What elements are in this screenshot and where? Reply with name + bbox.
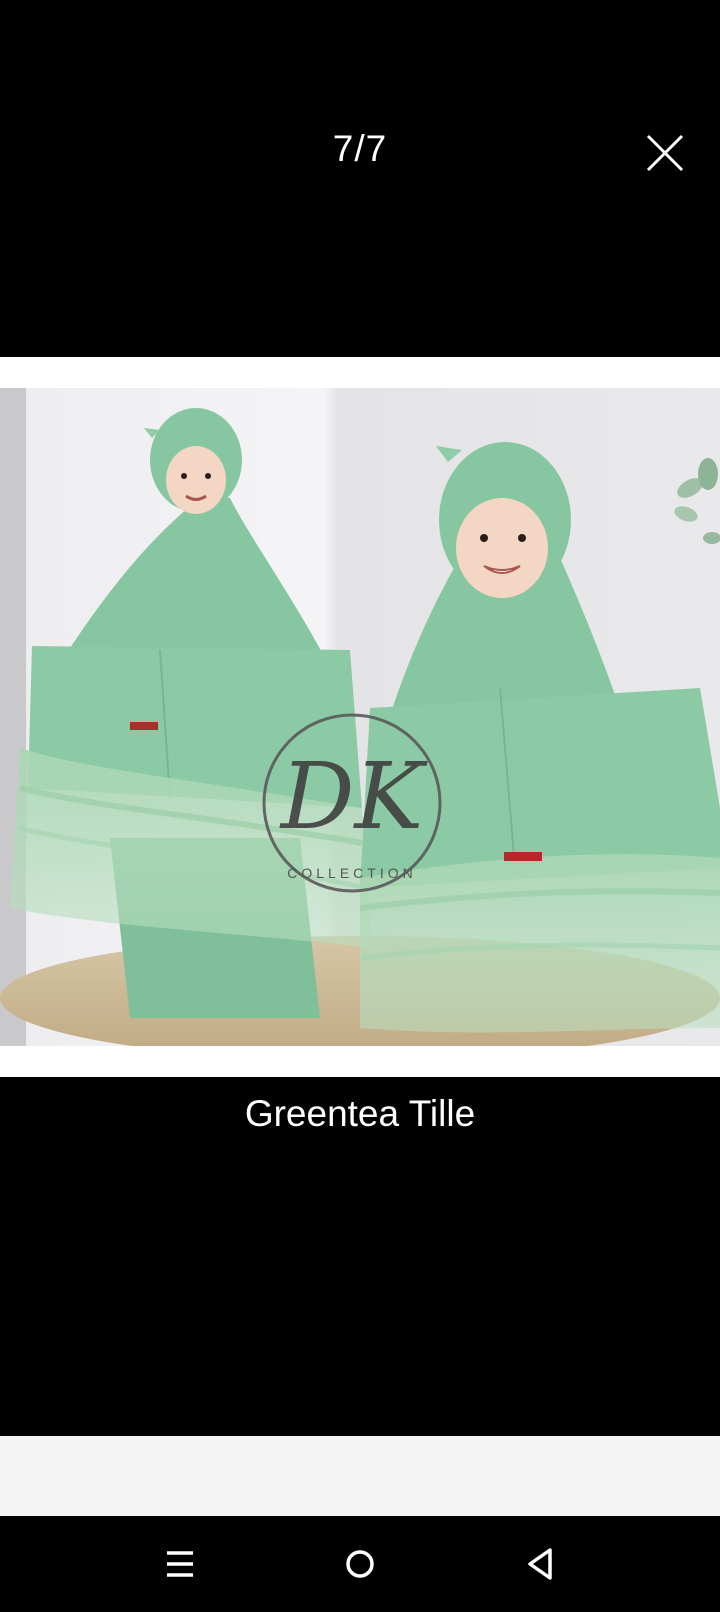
product-photo[interactable]: DK COLLECTION <box>0 388 720 1046</box>
bottom-strip <box>0 1436 720 1516</box>
image-viewer-screen: 7/7 DK COLLECTION Greentea Tille <box>0 0 720 1612</box>
recents-button[interactable] <box>150 1534 210 1594</box>
image-frame: DK COLLECTION <box>0 357 720 1077</box>
viewer-header: 7/7 <box>0 0 720 357</box>
home-button[interactable] <box>330 1534 390 1594</box>
image-caption: Greentea Tille <box>244 1093 476 1134</box>
image-counter: 7/7 <box>332 128 388 169</box>
close-icon <box>646 134 684 172</box>
close-button[interactable] <box>640 128 690 178</box>
watermark-monogram: DK <box>279 743 429 850</box>
triangle-back-icon <box>528 1548 552 1580</box>
back-button[interactable] <box>510 1534 570 1594</box>
circle-home-icon <box>346 1550 374 1578</box>
menu-lines-icon <box>167 1551 193 1577</box>
system-navigation-bar <box>0 1516 720 1612</box>
watermark-collection-text: COLLECTION <box>287 865 416 881</box>
